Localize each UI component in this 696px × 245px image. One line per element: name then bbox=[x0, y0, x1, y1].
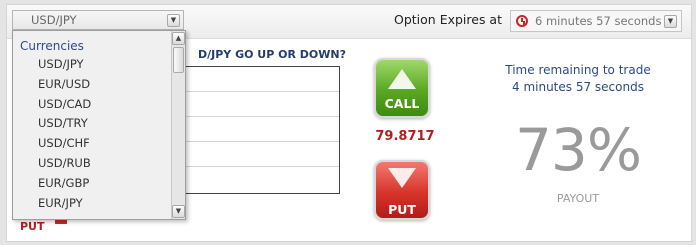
chevron-down-icon[interactable]: ▼ bbox=[167, 14, 180, 27]
currency-option[interactable]: USD/CAD bbox=[13, 95, 173, 115]
time-remaining-title: Time remaining to trade bbox=[505, 63, 651, 77]
scroll-thumb[interactable] bbox=[173, 47, 184, 73]
trade-question: D/JPY GO UP OR DOWN? bbox=[198, 48, 346, 61]
dropdown-group-label: Currencies bbox=[20, 39, 84, 53]
currency-option[interactable]: EUR/JPY bbox=[13, 194, 173, 214]
table-row bbox=[181, 167, 339, 192]
currency-option[interactable]: EUR/GBP bbox=[13, 174, 173, 194]
time-remaining-value: 4 minutes 57 seconds bbox=[512, 80, 644, 94]
currency-option[interactable]: USD/RUB bbox=[13, 154, 173, 174]
arrow-up-icon bbox=[388, 69, 416, 89]
currency-option[interactable]: EUR/USD bbox=[13, 75, 173, 95]
expiry-select[interactable]: 6 minutes 57 seconds ▼ bbox=[510, 10, 682, 32]
table-row bbox=[181, 67, 339, 92]
put-button[interactable]: PUT bbox=[374, 160, 430, 220]
put-hint-label: PUT bbox=[20, 220, 45, 233]
clock-icon bbox=[516, 15, 528, 27]
table-row bbox=[181, 92, 339, 117]
dropdown-scrollbar[interactable]: ▲ ▼ bbox=[171, 31, 185, 219]
expiry-select-value: 6 minutes 57 seconds bbox=[535, 14, 662, 28]
current-price: 79.8717 bbox=[375, 129, 435, 144]
call-button-label: CALL bbox=[384, 96, 420, 111]
currency-select[interactable]: USD/JPY ▼ bbox=[12, 10, 184, 30]
table-row bbox=[181, 117, 339, 142]
currency-option[interactable]: USD/JPY bbox=[13, 55, 173, 75]
table-row bbox=[181, 142, 339, 167]
scroll-down-icon[interactable]: ▼ bbox=[172, 205, 185, 218]
payout-label: PAYOUT bbox=[556, 192, 600, 205]
currency-dropdown-list[interactable]: Currencies USD/JPY EUR/USD USD/CAD USD/T… bbox=[12, 30, 186, 220]
time-remaining: Time remaining to trade 4 minutes 57 sec… bbox=[498, 62, 658, 96]
payout-percent: 73% bbox=[515, 116, 642, 184]
expiry-label: Option Expires at bbox=[394, 12, 502, 27]
put-marker bbox=[55, 220, 67, 224]
currency-select-value: USD/JPY bbox=[31, 13, 77, 27]
scroll-up-icon[interactable]: ▲ bbox=[172, 32, 185, 45]
trade-rows-box bbox=[180, 66, 340, 194]
currency-option[interactable]: USD/CHF bbox=[13, 134, 173, 154]
currency-options: USD/JPY EUR/USD USD/CAD USD/TRY USD/CHF … bbox=[13, 55, 173, 213]
call-button[interactable]: CALL bbox=[374, 58, 430, 118]
currency-option[interactable]: USD/TRY bbox=[13, 114, 173, 134]
arrow-down-icon bbox=[388, 168, 416, 188]
put-button-label: PUT bbox=[388, 202, 416, 217]
chevron-down-icon[interactable]: ▼ bbox=[664, 15, 677, 28]
